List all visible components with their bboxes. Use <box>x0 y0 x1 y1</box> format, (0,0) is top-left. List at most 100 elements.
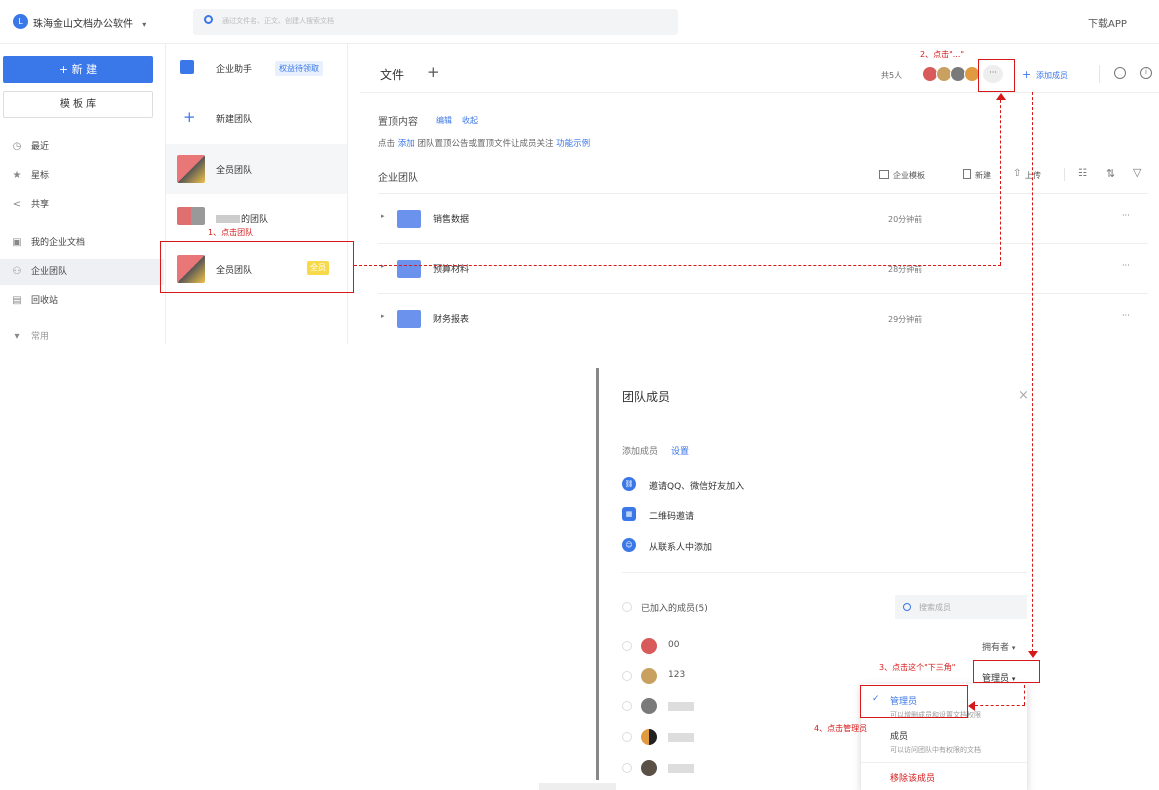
nav-item-trash[interactable]: ▤ 回收站 <box>12 293 58 309</box>
folder-name: 财务报表 <box>433 315 470 325</box>
new-button[interactable]: + 新 建 <box>3 56 153 83</box>
team-avatar <box>177 155 205 183</box>
folder-icon <box>397 260 421 278</box>
pinned-add-link[interactable]: 添加 <box>398 139 415 149</box>
new-file-icon <box>963 169 971 179</box>
pinned-hint-text: 团队置顶公告或置顶文件让成员关注 <box>417 139 554 149</box>
nav-item-label: 企业团队 <box>31 267 68 277</box>
tab-files[interactable]: 文件 <box>380 66 404 83</box>
folder-name: 销售数据 <box>433 215 470 225</box>
member-search-placeholder: 搜索成员 <box>919 603 951 612</box>
add-tab-icon[interactable]: + <box>427 63 440 81</box>
info-icon[interactable]: i <box>1140 67 1152 79</box>
folder-time: 20分钟前 <box>888 215 923 224</box>
star-icon: ★ <box>12 170 22 181</box>
nav-item-label: 回收站 <box>31 296 59 306</box>
team-item-new[interactable]: + 新建团队 <box>166 94 347 144</box>
panel-title: 团队成员 <box>622 390 671 404</box>
team-item-personal[interactable]: 的团队 <box>166 194 347 244</box>
section-title: 企业团队 <box>378 173 418 184</box>
connector-line <box>354 265 1001 266</box>
trash-icon: ▤ <box>12 295 22 306</box>
nav-item-label: 最近 <box>31 142 50 152</box>
connector-line <box>1024 685 1025 705</box>
tab-divider <box>360 92 1159 93</box>
benefit-badge[interactable]: 权益待领取 <box>275 61 323 76</box>
member-checkbox[interactable] <box>622 701 632 711</box>
list-view-icon[interactable]: ☷ <box>1078 168 1087 179</box>
sort-icon[interactable]: ⇅ <box>1106 167 1115 180</box>
invite-qrcode[interactable]: ▦ 二维码邀请 <box>622 507 922 523</box>
upload-button[interactable]: 上传 <box>1025 170 1041 181</box>
nav-item-teams[interactable]: ⚇ 企业团队 <box>12 264 68 280</box>
invite-qq-wechat[interactable]: ⛓ 邀请QQ、微信好友加入 <box>622 477 922 493</box>
nav-item-shared[interactable]: < 共享 <box>12 197 49 213</box>
nav-item-recent[interactable]: ◷ 最近 <box>12 139 49 155</box>
avatar <box>641 668 657 684</box>
team-item-all-1[interactable]: 全员团队 <box>166 144 347 194</box>
avatar <box>641 760 657 776</box>
invite-contacts[interactable]: ☺ 从联系人中添加 <box>622 538 922 554</box>
pinned-hint-prefix: 点击 <box>378 139 396 149</box>
member-checkbox[interactable] <box>622 671 632 681</box>
nav-section-common[interactable]: ▾ 常用 <box>12 329 49 341</box>
folder-icon <box>397 210 421 228</box>
close-icon[interactable]: × <box>1018 388 1029 403</box>
gear-icon[interactable] <box>1114 67 1126 79</box>
doc-icon: ▣ <box>12 237 22 248</box>
nav-item-label: 星标 <box>31 171 50 181</box>
member-checkbox[interactable] <box>622 763 632 773</box>
team-item-assistant[interactable]: 企业助手 权益待领取 <box>166 44 347 94</box>
pinned-hint: 点击 添加 团队置顶公告或置顶文件让成员关注 功能示例 <box>378 137 590 149</box>
nav-item-label: 共享 <box>31 200 50 210</box>
search-icon <box>903 603 911 611</box>
folder-time: 29分钟前 <box>888 315 923 324</box>
redacted-name <box>216 215 240 223</box>
template-library-button[interactable]: 模 板 库 <box>3 91 153 118</box>
template-icon <box>879 170 889 179</box>
nav-item-enterprise-docs[interactable]: ▣ 我的企业文档 <box>12 235 85 251</box>
filter-icon[interactable]: ▽ <box>1133 166 1141 179</box>
role-option-member[interactable]: 成员 可以访问团队中有权限的文档 <box>861 722 1027 758</box>
collapse-icon: ▾ <box>14 331 20 341</box>
expand-icon[interactable]: ▸ <box>381 312 385 320</box>
role-dropdown[interactable]: 拥有者 ▾ <box>982 640 1015 653</box>
settings-link[interactable]: 设置 <box>671 444 689 457</box>
remove-member-option[interactable]: 移除该成员 <box>890 771 935 784</box>
contacts-icon: ☺ <box>622 538 636 552</box>
row-more-button[interactable]: ··· <box>1122 211 1130 220</box>
select-all-checkbox[interactable] <box>622 602 632 612</box>
edit-link[interactable]: 编辑 <box>436 115 452 126</box>
scroll-indicator <box>539 783 616 790</box>
assistant-icon <box>180 60 194 74</box>
panel-separator <box>622 572 1027 573</box>
member-count: 共5人 <box>881 71 903 80</box>
company-logo-icon: L <box>13 14 28 29</box>
avatar <box>641 698 657 714</box>
expand-icon[interactable]: ▸ <box>381 212 385 220</box>
row-more-button[interactable]: ··· <box>1122 311 1130 320</box>
member-checkbox[interactable] <box>622 641 632 651</box>
annotation-box-more <box>978 59 1015 92</box>
team-name: 的团队 <box>241 215 269 225</box>
pinned-example-link[interactable]: 功能示例 <box>556 139 590 149</box>
expand-icon[interactable]: ▸ <box>381 262 385 270</box>
member-row[interactable] <box>620 695 860 717</box>
member-row[interactable] <box>620 757 860 779</box>
company-switcher[interactable]: 珠海金山文档办公软件 ▾ <box>33 15 146 30</box>
add-member-link[interactable]: 添加成员 <box>1036 70 1068 81</box>
nav-item-label: 常用 <box>31 332 50 341</box>
collapse-link[interactable]: 收起 <box>462 115 478 126</box>
member-search-input[interactable] <box>895 595 1027 619</box>
enterprise-template-button[interactable]: 企业模板 <box>893 170 925 181</box>
arrow-down-icon <box>1028 651 1038 658</box>
row-more-button[interactable]: ··· <box>1122 261 1130 270</box>
member-checkbox[interactable] <box>622 732 632 742</box>
add-member-label: 添加成员 <box>622 447 659 457</box>
add-member-plus-icon: + <box>1022 68 1032 81</box>
new-file-button[interactable]: 新建 <box>975 170 991 181</box>
member-row[interactable]: 00 拥有者 ▾ <box>620 635 1027 657</box>
nav-item-starred[interactable]: ★ 星标 <box>12 168 50 184</box>
download-app-link[interactable]: 下载APP <box>1088 15 1127 30</box>
toolbar-divider <box>1064 168 1065 181</box>
